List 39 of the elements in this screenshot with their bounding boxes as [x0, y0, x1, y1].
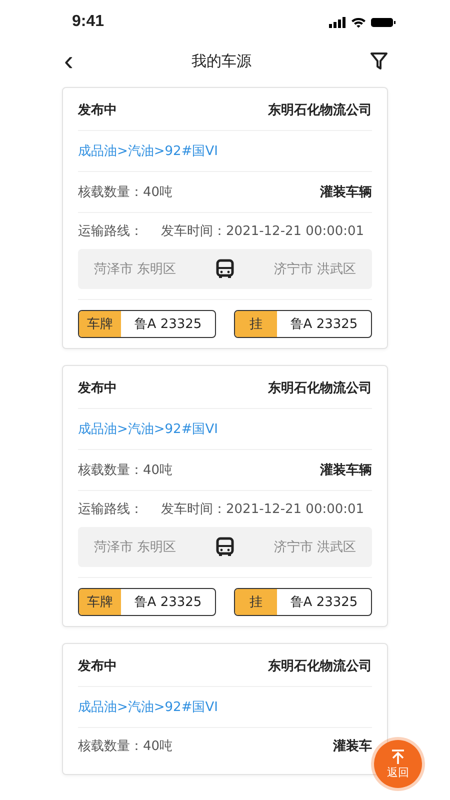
quantity-text: 核载数量：40吨 — [78, 184, 173, 201]
quantity-text: 核载数量：40吨 — [78, 738, 173, 755]
product-category: 成品油>汽油>92#国VI — [78, 421, 218, 438]
plate-tag: 车牌 鲁A 23325 — [78, 310, 216, 338]
status-text: 发布中 — [78, 102, 117, 119]
filter-icon[interactable] — [370, 52, 388, 70]
card-background[interactable]: 发布中 东明石化物流公司 成品油>汽油>92#国VI 核载数量：40吨 灌装车辆 运输路线： 发车时间：2021-12-21 00:00:01 菏泽市 东明区 济宁市 洪武区 车牌 鲁A 23325 挂 鲁A 23325 — [62, 87, 388, 349]
status-text: 发布中 — [78, 658, 117, 675]
departure-time: 发车时间：2021-12-21 00:00:01 — [161, 501, 364, 518]
status-time: 9:41 — [72, 13, 104, 31]
quantity-text: 核载数量：40吨 — [78, 462, 173, 479]
arrow-up-icon — [390, 748, 406, 764]
destination-text: 济宁市 洪武区 — [274, 539, 356, 556]
plate-tag: 挂 鲁A 23325 — [234, 588, 372, 616]
back-button[interactable]: ‹ — [64, 47, 74, 75]
plate-tag: 挂 鲁A 23325 — [234, 310, 372, 338]
departure-time: 发车时间：2021-12-21 00:00:01 — [161, 223, 364, 240]
product-category: 成品油>汽油>92#国VI — [78, 143, 218, 160]
origin-text: 菏泽市 东明区 — [94, 261, 176, 278]
route-label: 运输路线： — [78, 501, 143, 518]
card-background[interactable]: 发布中 东明石化物流公司 成品油>汽油>92#国VI 核载数量：40吨 灌装车辆 运输路线： 发车时间：2021-12-21 00:00:01 菏泽市 东明区 济宁市 洪武区 车牌 鲁A 23325 挂 鲁A 23325 — [62, 365, 388, 627]
route-label: 运输路线： — [78, 223, 143, 240]
product-category: 成品油>汽油>92#国VI — [78, 699, 218, 716]
company-name: 东明石化物流公司 — [268, 102, 372, 119]
status-text: 发布中 — [78, 380, 117, 397]
signal-icon — [329, 16, 346, 28]
bus-icon — [216, 259, 234, 279]
plate-tag: 车牌 鲁A 23325 — [78, 588, 216, 616]
bus-icon — [216, 537, 234, 557]
company-name: 东明石化物流公司 — [268, 658, 372, 675]
origin-text: 菏泽市 东明区 — [94, 539, 176, 556]
page-title: 我的车源 — [192, 52, 252, 70]
vehicle-type: 灌装车 — [333, 738, 372, 755]
company-name: 东明石化物流公司 — [268, 380, 372, 397]
vehicle-type: 灌装车辆 — [320, 184, 372, 201]
destination-text: 济宁市 洪武区 — [274, 261, 356, 278]
battery-icon — [371, 16, 396, 28]
wifi-icon — [351, 16, 366, 28]
vehicle-type: 灌装车辆 — [320, 462, 372, 479]
